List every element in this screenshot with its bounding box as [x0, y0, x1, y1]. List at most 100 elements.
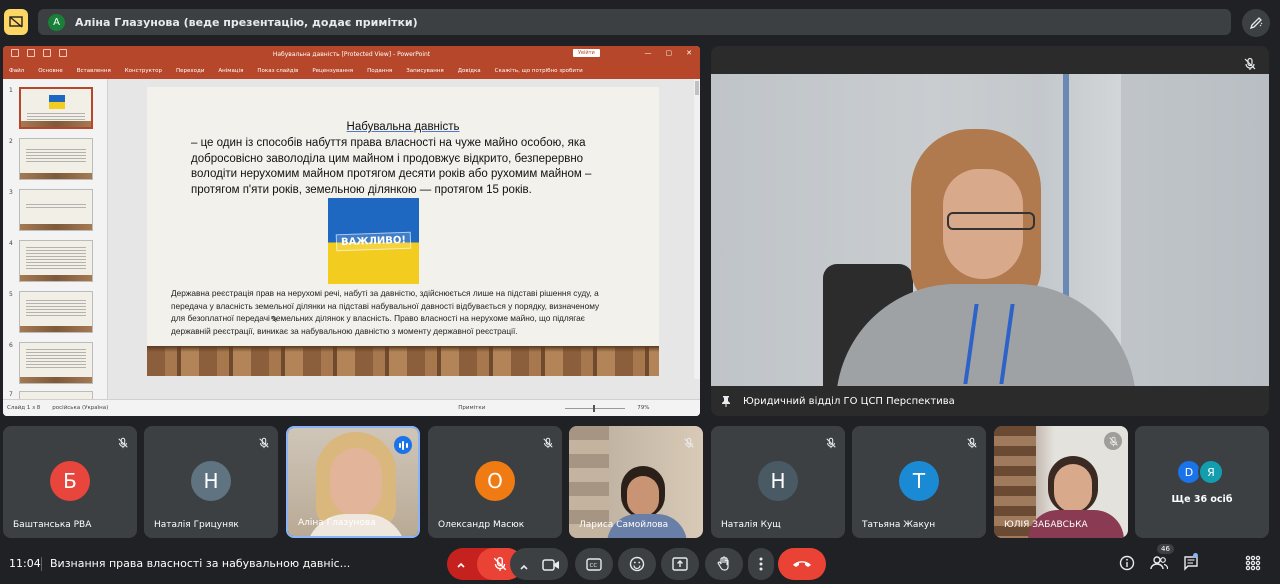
mic-off-icon — [493, 557, 507, 571]
quick-access-toolbar — [11, 49, 67, 57]
annotate-button[interactable] — [1242, 9, 1270, 37]
raise-hand-icon — [717, 556, 729, 571]
mic-off-icon — [825, 434, 837, 453]
end-call-button[interactable] — [778, 548, 826, 580]
mic-off-icon — [258, 434, 270, 453]
shared-presentation: Набувальна давність [Protected View] - P… — [3, 46, 700, 416]
participant-tile[interactable]: О Олександр Масюк — [428, 426, 562, 538]
participant-name: Лариса Самойлова — [579, 520, 669, 530]
participant-avatar: Б — [50, 461, 90, 501]
participant-name: Наталія Кущ — [721, 520, 781, 530]
people-count-badge: 46 — [1157, 544, 1174, 554]
participant-tile[interactable]: Лариса Самойлова — [569, 426, 703, 538]
main-camera-feed — [711, 74, 1269, 386]
presenter-text: Аліна Глазунова (веде презентацію, додає… — [75, 15, 418, 29]
ppt-tab[interactable]: Рецензування — [312, 68, 353, 74]
chevron-up-icon[interactable] — [518, 558, 530, 577]
closed-caption-icon: CC — [586, 557, 602, 571]
raise-hand-button[interactable] — [705, 548, 743, 580]
mic-off-icon — [1243, 56, 1257, 75]
more-options-button[interactable] — [748, 548, 774, 580]
participant-avatar: О — [475, 461, 515, 501]
slide-thumbnail[interactable]: 3 — [9, 189, 101, 231]
participant-tile-speaking[interactable]: Аліна Глазунова — [286, 426, 420, 538]
participant-tile[interactable]: Н Наталія Кущ — [711, 426, 845, 538]
presenter-avatar: А — [48, 13, 65, 31]
more-avatars: D Я — [1176, 459, 1224, 485]
speaking-indicator-icon — [394, 436, 412, 454]
participant-name: Наталія Грицуняк — [154, 520, 239, 530]
svg-text:CC: CC — [590, 563, 598, 569]
stop-presenting-icon[interactable] — [4, 9, 28, 35]
slide-thumbnails: 1 2 3 4 5 6 7 — [3, 79, 108, 416]
participant-name: Баштанська РВА — [13, 520, 92, 530]
slide-thumbnail[interactable]: 1 — [9, 87, 101, 129]
captions-button[interactable]: CC — [575, 548, 613, 580]
chat-notification-dot — [1193, 553, 1198, 558]
ppt-tab[interactable]: Записування — [406, 68, 443, 74]
participant-tile[interactable]: Т Татьяна Жакун — [852, 426, 986, 538]
language-indicator: російська (Україна) — [52, 405, 109, 411]
ppt-status-bar: Слайд 1 з 8 російська (Україна) Примітки… — [3, 399, 700, 416]
participant-tile[interactable]: Б Баштанська РВА — [3, 426, 137, 538]
zoom-slider[interactable] — [565, 404, 626, 412]
meet-window: А Аліна Глазунова (веде презентацію, дод… — [0, 0, 1280, 584]
ppt-scrollbar[interactable] — [694, 79, 700, 379]
main-video-name: Юридичний відділ ГО ЦСП Перспектива — [743, 395, 955, 407]
people-icon[interactable] — [1150, 555, 1169, 575]
participant-tile[interactable]: Н Наталія Грицуняк — [144, 426, 278, 538]
participant-name: Олександр Масюк — [438, 520, 525, 530]
maximize-icon: ▢ — [665, 49, 673, 57]
ppt-tab[interactable]: Конструктор — [125, 68, 162, 74]
activities-icon[interactable] — [1245, 555, 1261, 575]
present-screen-icon — [672, 557, 688, 571]
videocam-icon[interactable] — [542, 557, 560, 576]
participant-name: ЮЛІЯ ЗАБАВСЬКА — [1004, 520, 1088, 530]
main-video-caption: Юридичний відділ ГО ЦСП Перспектива — [711, 386, 1269, 416]
ppt-tab[interactable]: Переходи — [176, 68, 204, 74]
ppt-tab[interactable]: Вставлення — [77, 68, 111, 74]
pin-icon[interactable] — [721, 395, 731, 407]
ppt-body: 1 2 3 4 5 6 7 Набувальна давність – це о… — [3, 79, 700, 416]
minimize-icon: — — [644, 49, 652, 57]
important-image: ВАЖЛИВО! — [328, 198, 419, 284]
ppt-tab[interactable]: Файл — [9, 68, 24, 74]
chat-icon[interactable] — [1183, 555, 1199, 575]
slide-thumbnail[interactable]: 5 — [9, 291, 101, 333]
chevron-up-icon[interactable] — [455, 556, 467, 575]
ppt-window-controls: — ▢ ✕ — [645, 49, 693, 57]
ppt-tab[interactable]: Показ слайдів — [257, 68, 298, 74]
ppt-tell-me[interactable]: Скажіть, що потрібно зробити — [495, 68, 583, 74]
main-video-tile[interactable]: Юридичний відділ ГО ЦСП Перспектива — [711, 46, 1269, 416]
slide-title: Набувальна давність — [346, 121, 460, 133]
slide-counter: Слайд 1 з 8 — [7, 405, 41, 411]
slide-thumbnail[interactable]: 2 — [9, 138, 101, 180]
ppt-login-button[interactable]: Увійти — [573, 49, 600, 57]
slide-note: Державна реєстрація прав на нерухомі реч… — [171, 288, 600, 336]
ppt-tab[interactable]: Основне — [38, 68, 63, 74]
camera-control — [510, 548, 568, 580]
more-participants-tile[interactable]: D Я Ще 36 осіб — [1135, 426, 1269, 538]
slide-floor-decoration — [147, 346, 659, 376]
slide-thumbnail[interactable]: 4 — [9, 240, 101, 282]
emoji-icon — [629, 556, 645, 572]
participant-tile[interactable]: ЮЛІЯ ЗАБАВСЬКА — [994, 426, 1128, 538]
ppt-tab[interactable]: Довідка — [458, 68, 481, 74]
clock: 11:04 — [9, 557, 41, 570]
ppt-tab[interactable]: Анімація — [218, 68, 243, 74]
emoji-button[interactable] — [618, 548, 656, 580]
participant-avatar: Я — [1198, 459, 1224, 485]
meeting-title: Визнання права власності за набувальною … — [50, 557, 351, 570]
participant-avatar: Н — [758, 461, 798, 501]
present-button[interactable] — [661, 548, 699, 580]
mic-off-icon — [683, 434, 695, 453]
mouse-cursor-icon: ⇖ — [270, 314, 279, 325]
mic-off-icon — [542, 434, 554, 453]
meeting-info-icon[interactable] — [1119, 555, 1135, 575]
ppt-tab[interactable]: Подання — [367, 68, 392, 74]
participant-avatar: Т — [899, 461, 939, 501]
mic-off-icon — [966, 434, 978, 453]
slide-thumbnail[interactable]: 6 — [9, 342, 101, 384]
call-end-icon — [793, 561, 811, 567]
notes-button[interactable]: Примітки — [458, 405, 485, 411]
